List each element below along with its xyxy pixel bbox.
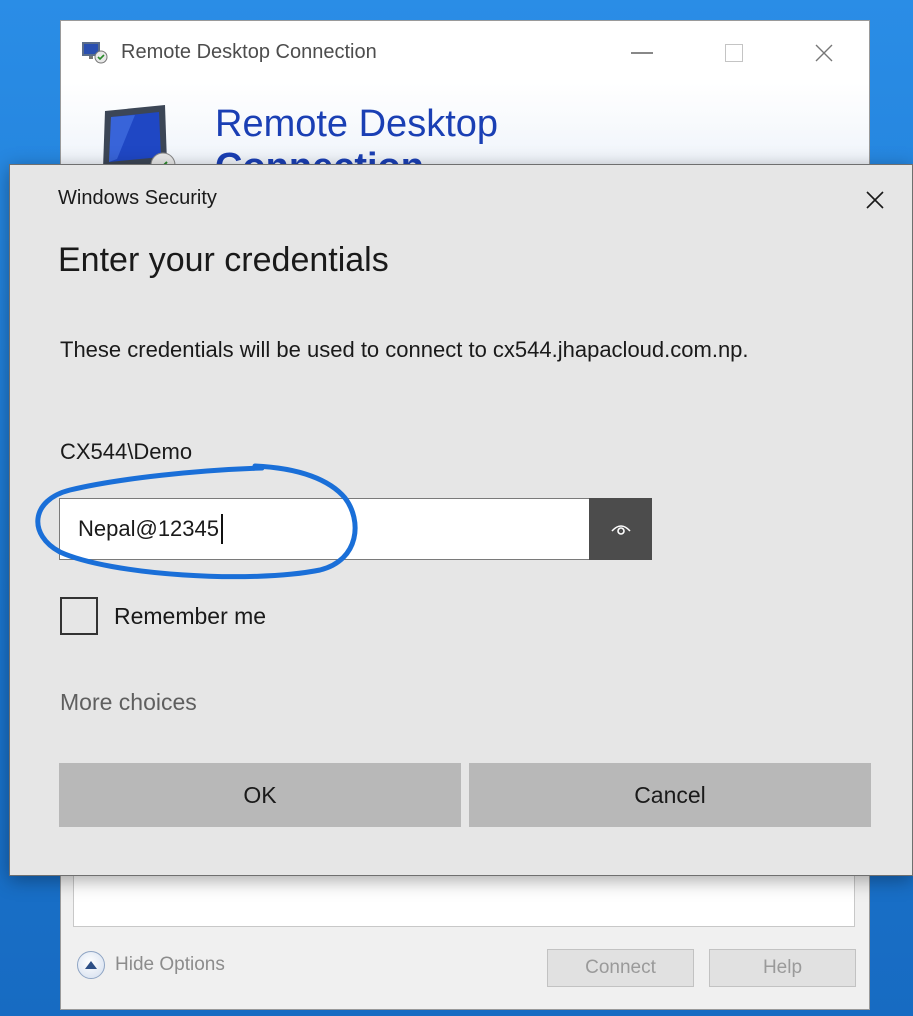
remember-me-label: Remember me (114, 602, 267, 629)
dialog-description: These credentials will be used to connec… (60, 337, 749, 362)
dialog-heading: Enter your credentials (58, 241, 389, 279)
close-icon (815, 44, 833, 62)
windows-security-dialog: Windows Security Enter your credentials … (9, 164, 913, 876)
monitor-icon (95, 103, 185, 178)
connect-button[interactable]: Connect (547, 949, 694, 987)
close-icon (866, 191, 884, 209)
hide-options-link[interactable]: Hide Options (77, 951, 225, 979)
rdc-window-title: Remote Desktop Connection (121, 41, 377, 63)
rdc-close-button[interactable] (801, 35, 847, 71)
banner-title-line1: Remote Desktop (215, 103, 499, 145)
rdc-titlebar: Remote Desktop Connection (61, 21, 869, 83)
dialog-close-button[interactable] (858, 183, 892, 217)
text-caret (221, 514, 223, 544)
remote-desktop-icon (81, 41, 109, 65)
username-label: CX544\Demo (60, 439, 193, 464)
cancel-button[interactable]: Cancel (469, 763, 871, 827)
password-field[interactable]: Nepal@12345 (59, 498, 590, 560)
maximize-button[interactable] (711, 35, 757, 71)
reveal-password-button[interactable] (589, 498, 652, 560)
more-choices-link[interactable]: More choices (60, 689, 197, 716)
minimize-icon (631, 52, 653, 54)
password-value: Nepal@12345 (78, 516, 219, 541)
remember-me-row[interactable]: Remember me (60, 597, 266, 635)
chevron-up-circle-icon (77, 951, 105, 979)
hide-options-label: Hide Options (115, 954, 225, 975)
dialog-title: Windows Security (58, 187, 217, 209)
minimize-button[interactable] (619, 35, 665, 71)
rdc-banner: Remote Desktop Connection (61, 83, 869, 178)
ok-button[interactable]: OK (59, 763, 461, 827)
help-button[interactable]: Help (709, 949, 856, 987)
eye-icon (610, 525, 631, 535)
remember-me-checkbox[interactable] (60, 597, 98, 635)
maximize-icon (725, 44, 743, 62)
